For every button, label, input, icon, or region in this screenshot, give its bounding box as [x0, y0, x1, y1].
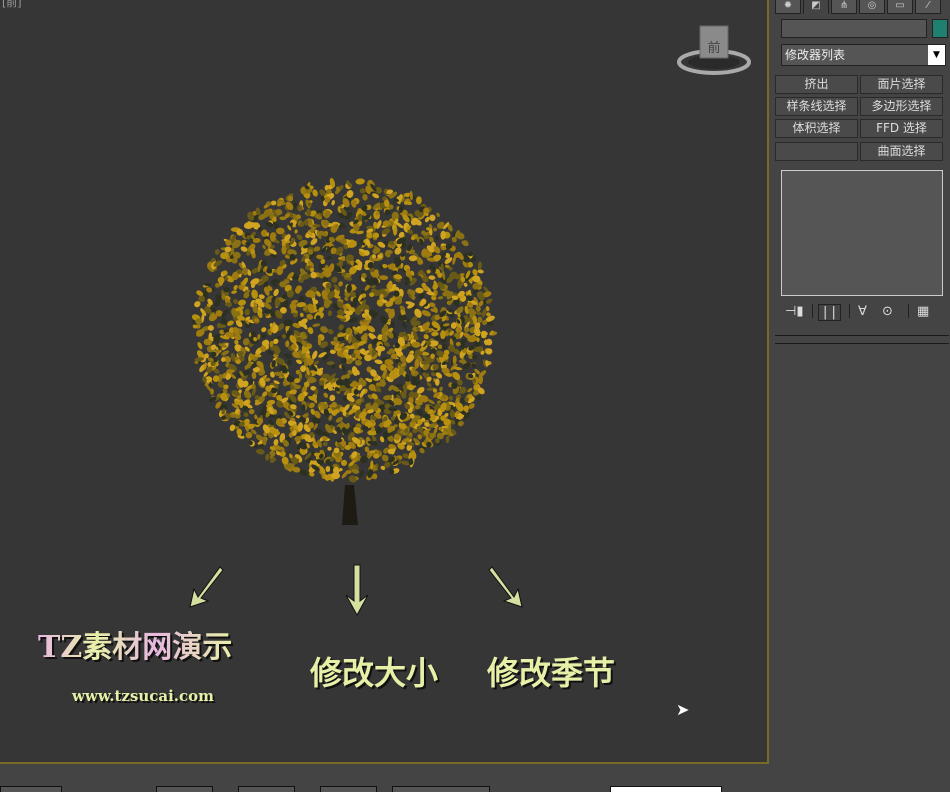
empty-modifier-button[interactable] — [775, 142, 858, 161]
x-field[interactable] — [156, 786, 213, 792]
ffd-select-button[interactable]: FFD 选择 — [860, 119, 943, 138]
divider — [775, 335, 949, 336]
divider — [849, 304, 850, 318]
show-end-result-icon[interactable]: | | — [818, 304, 841, 321]
configure-sets-icon[interactable]: ▦ — [917, 304, 929, 319]
viewcube[interactable]: 前 — [676, 22, 752, 78]
viewcube-face: 前 — [707, 40, 720, 56]
command-tabs: ✹ ◩ ⋔ ◎ ▭ ⁄ — [771, 0, 950, 14]
viewport-label[interactable]: [前] — [2, 0, 22, 10]
surface-select-button[interactable]: 曲面选择 — [860, 142, 943, 161]
tab-utilities[interactable]: ⁄ — [915, 0, 941, 14]
patch-select-button[interactable]: 面片选择 — [860, 75, 943, 94]
tab-modify[interactable]: ◩ — [803, 0, 829, 14]
object-color-swatch[interactable] — [932, 19, 948, 38]
extrude-button[interactable]: 挤出 — [775, 75, 858, 94]
tab-motion[interactable]: ◎ — [859, 0, 885, 14]
season-caption: 修改季节 — [487, 654, 616, 692]
y-field[interactable] — [238, 786, 295, 792]
size-caption: 修改大小 — [310, 654, 439, 692]
divider — [775, 343, 949, 344]
object-name-input[interactable] — [781, 19, 927, 38]
divider — [908, 304, 909, 318]
mouse-cursor-icon: ➤ — [676, 700, 690, 719]
modifier-list-dropdown[interactable]: 修改器列表 ▼ — [781, 44, 946, 66]
volume-select-button[interactable]: 体积选择 — [775, 119, 858, 138]
tab-hierarchy[interactable]: ⋔ — [831, 0, 857, 14]
z-field[interactable] — [320, 786, 377, 792]
arrow-down-icon — [345, 564, 369, 617]
arrow-down-right-icon — [488, 566, 523, 608]
tree-model — [191, 177, 498, 525]
poly-select-button[interactable]: 多边形选择 — [860, 97, 943, 116]
modifier-stack[interactable] — [781, 170, 943, 296]
command-panel: ✹ ◩ ⋔ ◎ ▭ ⁄ 修改器列表 ▼ 挤出 面片选择 样条线选择 多边形选择 体… — [771, 0, 950, 778]
divider — [812, 304, 813, 318]
url-caption: www.tzsucai.com — [72, 687, 215, 705]
remove-modifier-icon[interactable]: ⊙ — [882, 304, 893, 319]
status-field[interactable] — [0, 786, 62, 792]
tab-display[interactable]: ▭ — [887, 0, 913, 14]
chevron-down-icon: ▼ — [928, 45, 945, 65]
tab-create[interactable]: ✹ — [775, 0, 801, 14]
spline-select-button[interactable]: 样条线选择 — [775, 97, 858, 116]
key-filter-field[interactable] — [610, 786, 722, 792]
arrow-down-left-icon — [189, 566, 224, 608]
pin-stack-icon[interactable]: ⊣▮ — [785, 304, 803, 319]
grid-field[interactable] — [392, 786, 490, 792]
viewport-front[interactable]: [前] 前 TZ素材网演示 www.tzsucai.com 修改大小 修改季节 … — [0, 0, 769, 764]
make-unique-icon[interactable]: ∀ — [858, 304, 867, 319]
modifier-list-label: 修改器列表 — [785, 48, 846, 62]
logo-caption: TZ素材网演示 — [38, 622, 232, 666]
status-bar — [0, 766, 950, 792]
